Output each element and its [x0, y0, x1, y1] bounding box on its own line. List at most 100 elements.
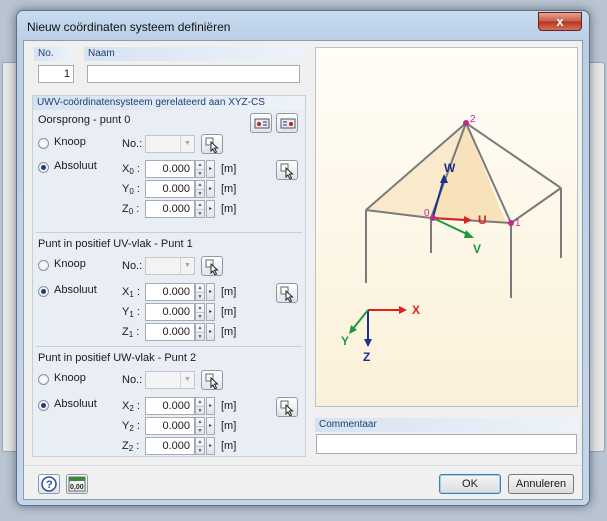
- coordinate-system-graphic: 2 0 1 U V W X Y Z: [341, 114, 562, 364]
- coord-input-x[interactable]: 0.000: [145, 397, 195, 415]
- spin-down-icon: ▼: [196, 426, 204, 434]
- cursor-pick-icon: [280, 163, 294, 179]
- coord-label-y: Y2 :: [122, 420, 140, 433]
- coord-input-x[interactable]: 0.000: [145, 283, 195, 301]
- chevron-down-icon: ▼: [180, 372, 194, 388]
- pick-node-button[interactable]: [201, 256, 223, 276]
- absoluut-radio[interactable]: [38, 400, 49, 411]
- value-menu-button[interactable]: ▸: [206, 160, 215, 178]
- help-button[interactable]: ?: [38, 474, 60, 494]
- absoluut-label: Absoluut: [54, 284, 97, 296]
- node-no-select[interactable]: ▼: [145, 135, 195, 153]
- coord-label-z: Z1 :: [122, 326, 140, 339]
- value-menu-button[interactable]: ▸: [206, 397, 215, 415]
- knoop-label: Knoop: [54, 258, 86, 270]
- coord-input-z[interactable]: 0.000: [145, 437, 195, 455]
- point-2: [463, 120, 469, 126]
- absoluut-radio[interactable]: [38, 286, 49, 297]
- coord-label-x: X2 :: [122, 400, 140, 413]
- value-menu-button[interactable]: ▸: [206, 200, 215, 218]
- knoop-radio[interactable]: [38, 260, 49, 271]
- spin-button[interactable]: ▲ ▼: [195, 417, 205, 435]
- preview-panel: 2 0 1 U V W X Y Z: [315, 47, 578, 407]
- coord-label-z: Z2 :: [122, 440, 140, 453]
- coord-input-x[interactable]: 0.000: [145, 160, 195, 178]
- node-no-select[interactable]: ▼: [145, 371, 195, 389]
- spin-down-icon: ▼: [196, 332, 204, 340]
- x-arrow-head: [399, 306, 407, 314]
- spin-button[interactable]: ▲ ▼: [195, 437, 205, 455]
- cs-section-title: UWV-coördinatensysteem gerelateerd aan X…: [33, 96, 305, 110]
- spin-up-icon: ▲: [197, 399, 203, 405]
- spin-up-icon: ▲: [197, 325, 203, 331]
- spin-button[interactable]: ▲ ▼: [195, 200, 205, 218]
- close-button[interactable]: x: [538, 12, 582, 31]
- coord-label-x: X0 :: [122, 163, 140, 176]
- pick-coordinates-button[interactable]: [276, 283, 298, 303]
- coordinate-pick-icon: [280, 118, 296, 129]
- v-axis-label: V: [473, 242, 481, 256]
- spin-button[interactable]: ▲ ▼: [195, 303, 205, 321]
- coord-label-y: Y0 :: [122, 183, 140, 196]
- pick-origin-button[interactable]: [276, 113, 298, 133]
- value-menu-button[interactable]: ▸: [206, 417, 215, 435]
- unit-label: [m]: [221, 163, 237, 175]
- z-arrow-head: [364, 339, 372, 347]
- value-menu-button[interactable]: ▸: [206, 283, 215, 301]
- spin-button[interactable]: ▲ ▼: [195, 283, 205, 301]
- y-axis-arrow: [351, 309, 369, 331]
- units-button[interactable]: 0,00: [66, 474, 88, 494]
- ok-button[interactable]: OK: [439, 474, 501, 494]
- knoop-radio[interactable]: [38, 138, 49, 149]
- unit-label: [m]: [221, 286, 237, 298]
- group-title: Punt in positief UW-vlak - Punt 2: [38, 352, 197, 364]
- spin-down-icon: ▼: [196, 312, 204, 320]
- point-2-label: 2: [470, 114, 476, 125]
- coord-input-y[interactable]: 0.000: [145, 303, 195, 321]
- v-arrow-head: [464, 230, 474, 238]
- no-field[interactable]: 1: [38, 65, 74, 83]
- coord-input-z[interactable]: 0.000: [145, 323, 195, 341]
- value-menu-button[interactable]: ▸: [206, 303, 215, 321]
- select-node-button[interactable]: [250, 113, 272, 133]
- coord-input-y[interactable]: 0.000: [145, 417, 195, 435]
- pick-coordinates-button[interactable]: [276, 397, 298, 417]
- separator: [36, 232, 302, 233]
- cursor-pick-icon: [205, 259, 219, 275]
- knoop-label: Knoop: [54, 136, 86, 148]
- knoop-radio[interactable]: [38, 374, 49, 385]
- z-axis-label: Z: [363, 350, 370, 364]
- spin-button[interactable]: ▲ ▼: [195, 397, 205, 415]
- node-no-select[interactable]: ▼: [145, 257, 195, 275]
- absoluut-radio[interactable]: [38, 162, 49, 173]
- dialog-client: No. 1 Naam UWV-coördinatensysteem gerela…: [23, 40, 583, 500]
- units-icon: 0,00: [68, 476, 86, 492]
- title-bar: Nieuw coördinaten systeem definiëren x: [17, 11, 589, 41]
- point-1-label: 1: [515, 218, 521, 229]
- naam-field[interactable]: [87, 65, 300, 83]
- spin-up-icon: ▲: [197, 419, 203, 425]
- spin-up-icon: ▲: [197, 285, 203, 291]
- separator: [36, 346, 302, 347]
- value-menu-button[interactable]: ▸: [206, 180, 215, 198]
- cancel-button[interactable]: Annuleren: [508, 474, 574, 494]
- spin-button[interactable]: ▲ ▼: [195, 180, 205, 198]
- absoluut-label: Absoluut: [54, 398, 97, 410]
- pick-node-button[interactable]: [201, 134, 223, 154]
- point-0-label: 0: [424, 208, 430, 219]
- value-menu-button[interactable]: ▸: [206, 323, 215, 341]
- pick-coordinates-button[interactable]: [276, 160, 298, 180]
- coord-label-z: Z0 :: [122, 203, 140, 216]
- pick-node-button[interactable]: [201, 370, 223, 390]
- spin-button[interactable]: ▲ ▼: [195, 160, 205, 178]
- spin-down-icon: ▼: [196, 292, 204, 300]
- svg-text:0,00: 0,00: [70, 484, 84, 491]
- spin-up-icon: ▲: [197, 182, 203, 188]
- coord-input-z[interactable]: 0.000: [145, 200, 195, 218]
- spin-button[interactable]: ▲ ▼: [195, 323, 205, 341]
- dialog-title: Nieuw coördinaten systeem definiëren: [27, 20, 231, 34]
- comment-field[interactable]: [316, 434, 577, 454]
- coord-input-y[interactable]: 0.000: [145, 180, 195, 198]
- cursor-pick-icon: [205, 137, 219, 153]
- value-menu-button[interactable]: ▸: [206, 437, 215, 455]
